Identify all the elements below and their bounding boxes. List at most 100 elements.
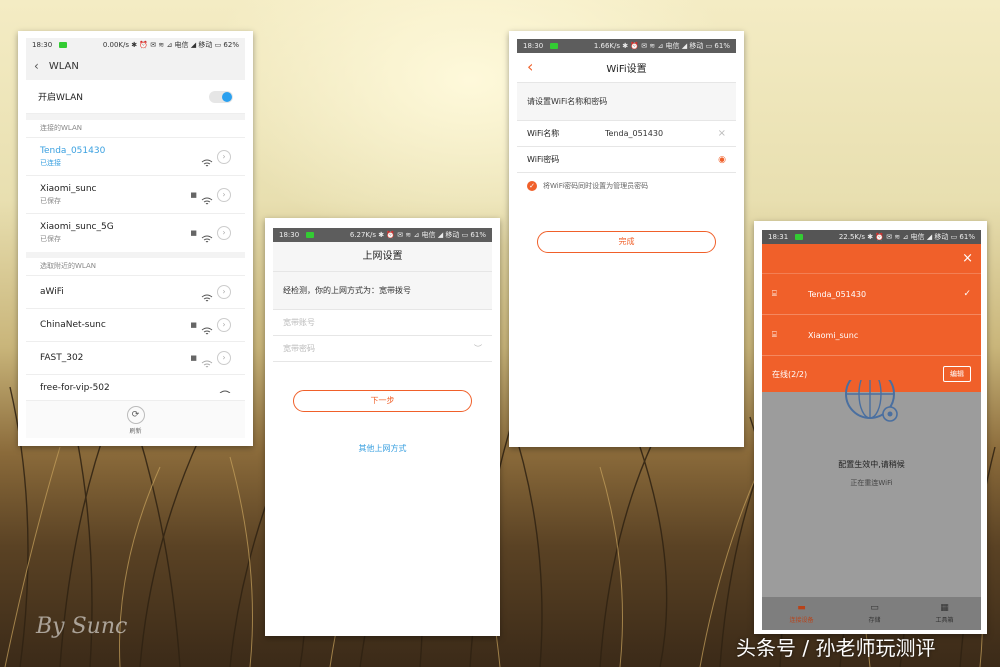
nearby-header: 选取附近的WLAN bbox=[26, 258, 245, 276]
network-item-xiaomi[interactable]: Xiaomi_sunc 已保存 ■ › bbox=[26, 176, 245, 214]
clear-icon[interactable]: × bbox=[718, 128, 726, 139]
notification-icon bbox=[306, 232, 315, 238]
show-password-icon[interactable]: ◉ bbox=[718, 155, 726, 165]
wifi-settings-screen: 18:30 1.66K/s ✱ ⏰ ✉ ≋ ⊿ 电信 ◢ 移动 ▭ 61% ‹ … bbox=[517, 39, 736, 439]
phone-wlan-frame: 18:30 0.00K/s ✱ ⏰ ✉ ≋ ⊿ 电信 ◢ 移动 ▭ 62% ‹ … bbox=[18, 31, 253, 446]
wifi-password-label: WiFi密码 bbox=[527, 155, 560, 164]
network-name: Xiaomi_sunc bbox=[808, 330, 859, 340]
wifi-signal-icon bbox=[201, 153, 213, 166]
network-item-awifi[interactable]: aWiFi › bbox=[26, 276, 245, 309]
network-item-free-vip[interactable]: free-for-vip-502 bbox=[26, 375, 245, 393]
wifi-signal-icon bbox=[201, 354, 213, 368]
network-name: Tenda_051430 bbox=[40, 145, 106, 156]
network-option-xiaomi[interactable]: ⌸ Xiaomi_sunc bbox=[762, 315, 981, 356]
status-indicators: 1.66K/s ✱ ⏰ ✉ ≋ ⊿ 电信 ◢ 移动 ▭ 61% bbox=[593, 42, 730, 50]
popup-header: × bbox=[762, 244, 981, 274]
network-name: aWiFi bbox=[40, 287, 64, 297]
broadband-password-field[interactable]: 宽带密码 ︶ bbox=[273, 336, 492, 362]
watermark-right: 头条号 / 孙老师玩测评 bbox=[736, 636, 936, 660]
status-time: 18:30 bbox=[279, 231, 300, 239]
nav-devices[interactable]: ▬ 连接设备 bbox=[789, 603, 813, 624]
edit-button[interactable]: 编辑 bbox=[943, 366, 971, 382]
status-indicators: 0.00K/s ✱ ⏰ ✉ ≋ ⊿ 电信 ◢ 移动 ▭ 62% bbox=[102, 41, 239, 49]
network-option-tenda[interactable]: ⌸ Tenda_051430 ✓ bbox=[762, 274, 981, 315]
network-item-xiaomi-5g[interactable]: Xiaomi_sunc_5G 已保存 ■ › bbox=[26, 214, 245, 252]
next-button[interactable]: 下一步 bbox=[293, 390, 472, 412]
refresh-bar: ⟳ 刷新 bbox=[26, 400, 245, 438]
network-status: 已保存 bbox=[40, 196, 61, 205]
phone-internet-frame: 18:30 6.27K/s ✱ ⏰ ✉ ≋ ⊿ 电信 ◢ 移动 ▭ 61% 上网… bbox=[265, 218, 500, 636]
status-indicators: 22.5K/s ✱ ⏰ ✉ ≋ ⊿ 电信 ◢ 移动 ▭ 61% bbox=[838, 233, 975, 241]
network-name: free-for-vip-502 bbox=[40, 383, 110, 393]
status-time: 18:30 bbox=[32, 41, 53, 49]
status-bar: 18:30 6.27K/s ✱ ⏰ ✉ ≋ ⊿ 电信 ◢ 移动 ▭ 61% bbox=[273, 228, 492, 242]
nav-label: 工具箱 bbox=[935, 617, 954, 624]
password-placeholder: 宽带密码 bbox=[283, 344, 315, 353]
globe-icon bbox=[844, 380, 900, 426]
phone-devices-frame: 18:31 22.5K/s ✱ ⏰ ✉ ≋ ⊿ 电信 ◢ 移动 ▭ 61% × … bbox=[754, 221, 987, 634]
bottom-nav: ▬ 连接设备 ▭ 存储 ▦ 工具箱 bbox=[762, 597, 981, 630]
lock-icon: ■ bbox=[190, 321, 197, 329]
close-icon[interactable]: × bbox=[962, 251, 973, 266]
wifi-password-row[interactable]: WiFi密码 ◉ bbox=[517, 147, 736, 173]
wifi-name-label: WiFi名称 bbox=[527, 129, 560, 138]
network-name: Xiaomi_sunc_5G bbox=[40, 222, 114, 232]
network-item-tenda[interactable]: Tenda_051430 已连接 › bbox=[26, 138, 245, 176]
wifi-signal-icon bbox=[201, 321, 213, 335]
devices-screen: 18:31 22.5K/s ✱ ⏰ ✉ ≋ ⊿ 电信 ◢ 移动 ▭ 61% × … bbox=[762, 230, 981, 630]
wlan-toggle-switch[interactable] bbox=[209, 90, 233, 103]
detail-chevron-icon[interactable]: › bbox=[217, 351, 231, 365]
notification-icon bbox=[795, 234, 804, 240]
done-button[interactable]: 完成 bbox=[537, 231, 716, 253]
wifi-name-row[interactable]: WiFi名称 Tenda_051430 × bbox=[517, 121, 736, 147]
wifi-name-input[interactable]: Tenda_051430 bbox=[605, 129, 718, 138]
network-name: Xiaomi_sunc bbox=[40, 183, 97, 194]
wifi-signal-icon bbox=[201, 191, 213, 204]
lock-icon: ■ bbox=[190, 190, 197, 199]
network-name: Tenda_051430 bbox=[808, 289, 867, 299]
router-icon: ⌸ bbox=[772, 289, 777, 298]
back-icon[interactable]: ‹ bbox=[527, 57, 533, 76]
wlan-toggle-label: 开启WLAN bbox=[38, 93, 84, 103]
wifi-settings-header: ‹ WiFi设置 bbox=[517, 53, 736, 83]
back-icon[interactable]: ‹ bbox=[34, 59, 39, 73]
status-time: 18:31 bbox=[768, 233, 789, 241]
lock-icon: ■ bbox=[190, 229, 197, 237]
detail-chevron-icon[interactable]: › bbox=[217, 187, 231, 202]
watermark-left: By Sunc bbox=[36, 614, 128, 639]
status-time: 18:30 bbox=[523, 42, 544, 50]
nav-storage[interactable]: ▭ 存储 bbox=[868, 603, 880, 624]
nav-toolbox[interactable]: ▦ 工具箱 bbox=[935, 603, 953, 624]
detail-chevron-icon[interactable]: › bbox=[217, 149, 231, 164]
status-bar: 18:31 22.5K/s ✱ ⏰ ✉ ≋ ⊿ 电信 ◢ 移动 ▭ 61% bbox=[762, 230, 981, 244]
network-status: 已连接 bbox=[40, 158, 61, 167]
admin-password-checkbox-row[interactable]: ✓ 将WiFi密码同时设置为管理员密码 bbox=[517, 173, 736, 199]
detail-chevron-icon[interactable]: › bbox=[217, 226, 231, 240]
checkbox-label: 将WiFi密码同时设置为管理员密码 bbox=[543, 182, 649, 190]
checkbox-checked-icon[interactable]: ✓ bbox=[527, 181, 537, 191]
status-bar: 18:30 1.66K/s ✱ ⏰ ✉ ≋ ⊿ 电信 ◢ 移动 ▭ 61% bbox=[517, 39, 736, 53]
page-title: WLAN bbox=[48, 60, 79, 72]
other-method-link[interactable]: 其他上网方式 bbox=[273, 443, 492, 454]
hide-password-icon[interactable]: ︶ bbox=[474, 343, 482, 354]
detail-chevron-icon[interactable]: › bbox=[217, 285, 231, 299]
wlan-header: ‹ WLAN bbox=[26, 52, 245, 80]
wlan-toggle-row[interactable]: 开启WLAN bbox=[26, 80, 245, 114]
network-item-fast[interactable]: FAST_302 ■ › bbox=[26, 342, 245, 375]
online-count: 在线(2/2) bbox=[772, 369, 808, 379]
detail-chevron-icon[interactable]: › bbox=[217, 318, 231, 332]
lock-icon: ■ bbox=[190, 354, 197, 362]
detect-message: 经检测，你的上网方式为：宽带拨号 bbox=[273, 272, 492, 310]
devices-icon: ▬ bbox=[797, 603, 806, 613]
internet-setup-screen: 18:30 6.27K/s ✱ ⏰ ✉ ≋ ⊿ 电信 ◢ 移动 ▭ 61% 上网… bbox=[273, 228, 492, 628]
broadband-account-field[interactable]: 宽带账号 bbox=[273, 310, 492, 336]
network-item-chinanet[interactable]: ChinaNet-sunc ■ › bbox=[26, 309, 245, 342]
router-icon: ⌸ bbox=[772, 330, 777, 339]
config-message: 配置生效中,请稍候 bbox=[838, 460, 905, 469]
nav-label: 连接设备 bbox=[789, 617, 814, 624]
toggle-knob bbox=[222, 91, 232, 102]
refresh-label: 刷新 bbox=[129, 428, 142, 435]
saved-network-list: Tenda_051430 已连接 › Xiaomi_sunc 已保存 ■ › X… bbox=[26, 138, 245, 252]
wifi-settings-subtitle: 请设置WiFi名称和密码 bbox=[517, 83, 736, 121]
refresh-icon[interactable]: ⟳ bbox=[126, 406, 145, 424]
